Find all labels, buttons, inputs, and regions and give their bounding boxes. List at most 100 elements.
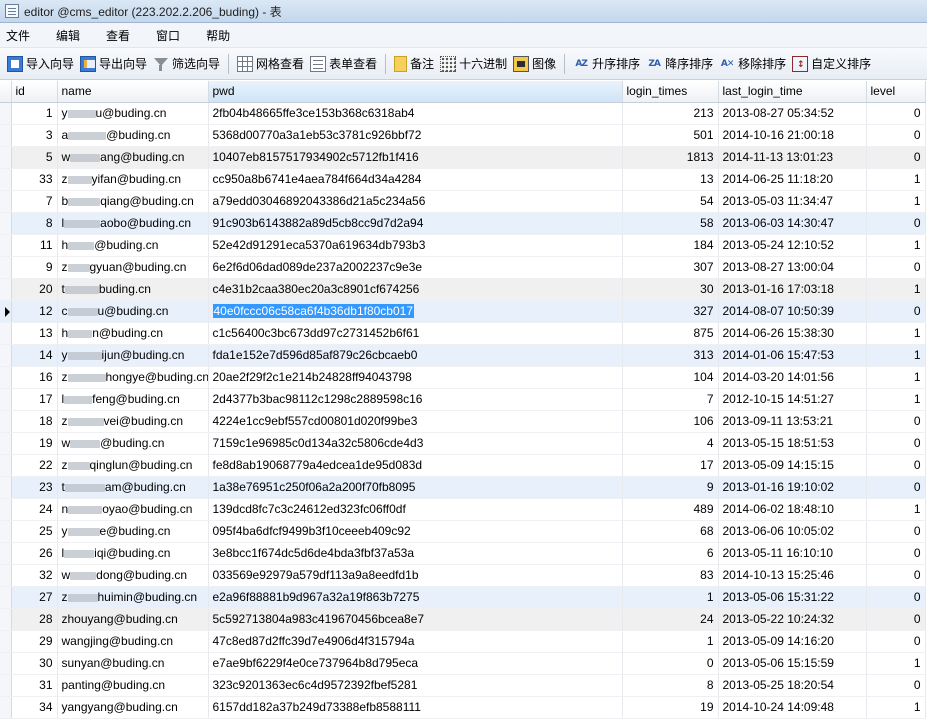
row-indicator[interactable] <box>0 630 12 653</box>
cell-last-login-time[interactable]: 2013-09-11 13:53:21 <box>718 410 867 433</box>
cell-level[interactable]: 1 <box>866 168 926 191</box>
cell-pwd[interactable]: 52e42d91291eca5370a619634db793b3 <box>208 234 623 257</box>
cell-level[interactable]: 1 <box>866 278 926 301</box>
cell-pwd[interactable]: e2a96f88881b9d967a32a19f863b7275 <box>208 586 623 609</box>
cell-level[interactable]: 0 <box>866 608 926 631</box>
cell-pwd[interactable]: 20ae2f29f2c1e214b24828ff94043798 <box>208 366 623 389</box>
cell-pwd[interactable]: 323c9201363ec6c4d9572392fbef5281 <box>208 674 623 697</box>
cell-id[interactable]: 20 <box>11 278 58 301</box>
cell-last-login-time[interactable]: 2013-05-06 15:15:59 <box>718 652 867 675</box>
cell-id[interactable]: 34 <box>11 696 58 719</box>
cell-pwd[interactable]: e7ae9bf6229f4e0ce737964b8d795eca <box>208 652 623 675</box>
cell-pwd[interactable]: c4e31b2caa380ec20a3c8901cf674256 <box>208 278 623 301</box>
cell-id[interactable]: 30 <box>11 652 58 675</box>
cell-login-times[interactable]: 30 <box>622 278 719 301</box>
cell-last-login-time[interactable]: 2013-08-27 13:00:04 <box>718 256 867 279</box>
cell-pwd[interactable]: 4224e1cc9ebf557cd00801d020f99be3 <box>208 410 623 433</box>
row-indicator[interactable] <box>0 256 12 279</box>
cell-name[interactable]: panting@buding.cn <box>57 674 209 697</box>
cell-login-times[interactable]: 58 <box>622 212 719 235</box>
cell-login-times[interactable]: 313 <box>622 344 719 367</box>
table-row[interactable]: 9 z gyuan@buding.cn 6e2f6d06dad089de237a200… <box>0 256 926 279</box>
cell-id[interactable]: 31 <box>11 674 58 697</box>
row-indicator[interactable] <box>0 278 12 301</box>
cell-name[interactable]: c u@buding.cn <box>57 300 209 323</box>
cell-last-login-time[interactable]: 2014-10-24 14:09:48 <box>718 696 867 719</box>
row-indicator[interactable] <box>0 410 12 433</box>
table-row[interactable]: 22 z qinglun@buding.cn fe8d8ab19068779a4edc… <box>0 454 926 477</box>
menu-file[interactable]: 文件 <box>0 27 42 44</box>
row-indicator[interactable] <box>0 366 12 389</box>
cell-pwd[interactable]: 5c592713804a983c419670456bcea8e7 <box>208 608 623 631</box>
menu-help[interactable]: 帮助 <box>200 27 242 44</box>
cell-id[interactable]: 26 <box>11 542 58 565</box>
cell-id[interactable]: 1 <box>11 102 58 125</box>
cell-level[interactable]: 1 <box>866 322 926 345</box>
cell-last-login-time[interactable]: 2013-06-03 14:30:47 <box>718 212 867 235</box>
cell-last-login-time[interactable]: 2013-05-09 14:16:20 <box>718 630 867 653</box>
cell-last-login-time[interactable]: 2014-10-13 15:25:46 <box>718 564 867 587</box>
row-indicator[interactable] <box>0 454 12 477</box>
cell-level[interactable]: 0 <box>866 300 926 323</box>
cell-pwd[interactable]: 91c903b6143882a89d5cb8cc9d7d2a94 <box>208 212 623 235</box>
cell-level[interactable]: 0 <box>866 256 926 279</box>
cell-level[interactable]: 0 <box>866 432 926 455</box>
cell-login-times[interactable]: 7 <box>622 388 719 411</box>
cell-last-login-time[interactable]: 2014-08-07 10:50:39 <box>718 300 867 323</box>
cell-login-times[interactable]: 184 <box>622 234 719 257</box>
sort-descending-button[interactable]: ZA 降序排序 <box>643 52 716 76</box>
cell-name[interactable]: y e@buding.cn <box>57 520 209 543</box>
table-row[interactable]: 13 h n@buding.cn c1c56400c3bc673dd97c273145… <box>0 322 926 345</box>
cell-level[interactable]: 0 <box>866 630 926 653</box>
row-indicator[interactable] <box>0 520 12 543</box>
column-header-level[interactable]: level <box>866 81 926 103</box>
cell-pwd[interactable]: fda1e152e7d596d85af879c26cbcaeb0 <box>208 344 623 367</box>
cell-name[interactable]: y u@buding.cn <box>57 102 209 125</box>
row-indicator[interactable] <box>0 344 12 367</box>
cell-id[interactable]: 24 <box>11 498 58 521</box>
image-button[interactable]: 图像 <box>510 52 559 76</box>
cell-name[interactable]: h @buding.cn <box>57 234 209 257</box>
row-indicator[interactable] <box>0 564 12 587</box>
row-indicator[interactable] <box>0 652 12 675</box>
cell-last-login-time[interactable]: 2013-05-09 14:15:15 <box>718 454 867 477</box>
cell-id[interactable]: 18 <box>11 410 58 433</box>
cell-name[interactable]: z hongye@buding.cn <box>57 366 209 389</box>
cell-login-times[interactable]: 54 <box>622 190 719 213</box>
row-indicator[interactable] <box>0 322 12 345</box>
cell-last-login-time[interactable]: 2013-05-06 15:31:22 <box>718 586 867 609</box>
cell-last-login-time[interactable]: 2014-10-16 21:00:18 <box>718 124 867 147</box>
cell-id[interactable]: 17 <box>11 388 58 411</box>
cell-id[interactable]: 13 <box>11 322 58 345</box>
column-header-id[interactable]: id <box>11 81 58 103</box>
cell-name[interactable]: n oyao@buding.cn <box>57 498 209 521</box>
cell-login-times[interactable]: 24 <box>622 608 719 631</box>
table-row[interactable]: 7 b qiang@buding.cn a79edd03046892043386d21… <box>0 190 926 213</box>
cell-last-login-time[interactable]: 2013-08-27 05:34:52 <box>718 102 867 125</box>
cell-pwd[interactable]: 5368d00770a3a1eb53c3781c926bbf72 <box>208 124 623 147</box>
cell-id[interactable]: 23 <box>11 476 58 499</box>
cell-level[interactable]: 0 <box>866 564 926 587</box>
table-row[interactable]: 26 l iqi@buding.cn 3e8bcc1f674dc5d6de4bda3f… <box>0 542 926 565</box>
export-wizard-button[interactable]: 导出向导 <box>77 52 150 76</box>
row-indicator[interactable] <box>0 498 12 521</box>
cell-level[interactable]: 0 <box>866 454 926 477</box>
cell-name[interactable]: zhouyang@buding.cn <box>57 608 209 631</box>
cell-name[interactable]: z qinglun@buding.cn <box>57 454 209 477</box>
cell-pwd[interactable]: 2d4377b3bac98112c1298c2889598c16 <box>208 388 623 411</box>
memo-button[interactable]: 备注 <box>391 52 437 76</box>
cell-login-times[interactable]: 8 <box>622 674 719 697</box>
cell-last-login-time[interactable]: 2013-05-25 18:20:54 <box>718 674 867 697</box>
cell-level[interactable]: 0 <box>866 102 926 125</box>
cell-last-login-time[interactable]: 2014-06-25 11:18:20 <box>718 168 867 191</box>
cell-id[interactable]: 3 <box>11 124 58 147</box>
table-row[interactable]: 24 n oyao@buding.cn 139dcd8fc7c3c24612ed323… <box>0 498 926 521</box>
cell-level[interactable]: 1 <box>866 498 926 521</box>
cell-pwd[interactable]: fe8d8ab19068779a4edcea1de95d083d <box>208 454 623 477</box>
cell-id[interactable]: 11 <box>11 234 58 257</box>
table-row[interactable]: 12 c u@buding.cn 40e0fccc06c58ca6f4b36db1f8… <box>0 300 926 323</box>
cell-last-login-time[interactable]: 2013-01-16 19:10:02 <box>718 476 867 499</box>
cell-login-times[interactable]: 106 <box>622 410 719 433</box>
cell-id[interactable]: 29 <box>11 630 58 653</box>
cell-login-times[interactable]: 6 <box>622 542 719 565</box>
